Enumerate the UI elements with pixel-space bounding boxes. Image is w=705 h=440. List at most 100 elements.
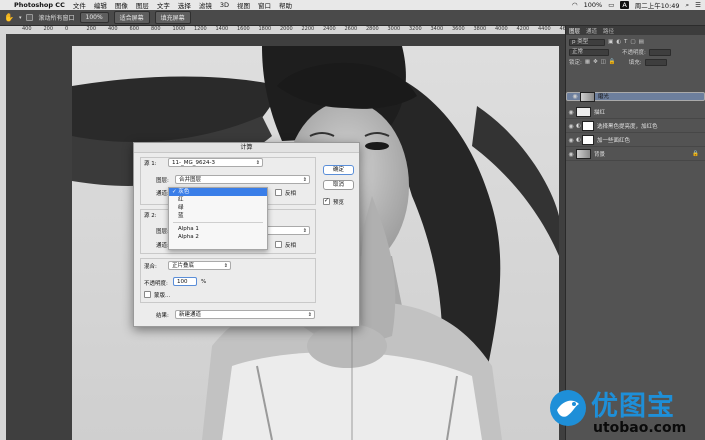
opacity-input[interactable]: 100	[173, 277, 197, 286]
watermark: 优图宝 utobao.com	[545, 378, 705, 440]
filter-pixel-icon[interactable]: ▣	[608, 39, 613, 45]
visibility-eye-icon[interactable]: ◉	[570, 93, 580, 101]
preview-label: 预览	[333, 200, 345, 206]
blend-label: 混合:	[144, 264, 157, 270]
layer-row[interactable]: ◉ 磨光	[566, 91, 705, 102]
dropdown-option-gray[interactable]: ✓ 灰色	[169, 188, 267, 196]
list-icon[interactable]: ☰	[695, 1, 701, 9]
ruler-tick-label: 1600	[237, 26, 250, 32]
fit-screen-button[interactable]: 适合屏幕	[113, 11, 150, 24]
ruler-tick-label: 4400	[538, 26, 551, 32]
hand-tool-icon[interactable]: ✋	[4, 13, 14, 22]
wifi-icon[interactable]: ◠	[572, 1, 578, 9]
menu-type[interactable]: 文字	[157, 0, 170, 10]
scroll-all-label: 滚动所有窗口	[38, 15, 75, 22]
opacity-label: 不透明度:	[622, 50, 646, 56]
ruler-tick-label: 3000	[387, 26, 401, 32]
layer-row[interactable]: ◉ 描红	[566, 106, 705, 119]
ruler-tick-label: 1400	[215, 26, 229, 32]
battery-icon[interactable]: ▭	[608, 1, 614, 9]
layer2-label: 图层:	[156, 229, 169, 235]
filter-type-icon[interactable]: T	[624, 39, 627, 45]
menu-select[interactable]: 选择	[178, 0, 191, 10]
fill-field[interactable]	[644, 58, 667, 66]
ok-button[interactable]: 确定	[323, 165, 354, 175]
chevron-down-icon: ⇕	[255, 160, 260, 166]
menu-filter[interactable]: 滤镜	[199, 0, 212, 10]
channel1-label: 通道:	[156, 191, 169, 197]
menu-3d[interactable]: 3D	[220, 1, 229, 9]
scroll-all-checkbox[interactable]	[26, 14, 34, 21]
menu-view[interactable]: 视图	[237, 0, 250, 10]
dropdown-option-red[interactable]: 红	[169, 196, 267, 204]
dropdown-option-alpha2[interactable]: Alpha 2	[169, 233, 267, 241]
menu-file[interactable]: 文件	[73, 0, 86, 10]
layer1-select[interactable]: 合并图层 ⇕	[175, 175, 310, 184]
input-method-icon[interactable]: A	[620, 1, 629, 9]
cancel-button[interactable]: 取消	[323, 180, 354, 190]
search-icon[interactable]: ⌕	[686, 1, 690, 10]
option-label: 灰色	[178, 189, 190, 195]
watermark-title: 优图宝	[591, 391, 675, 422]
dropdown-option-alpha1[interactable]: Alpha 1	[169, 225, 267, 233]
ruler-tick-label: 0	[65, 26, 69, 32]
ruler-tick-label: 4200	[516, 26, 530, 32]
dropdown-option-green[interactable]: 绿	[169, 204, 267, 212]
menu-window[interactable]: 窗口	[258, 0, 271, 10]
layer-row[interactable]: ◉ ◐ 加一些面红色	[566, 134, 705, 147]
source1-select[interactable]: 11-_MG_9624-3 ⇕	[168, 158, 263, 167]
mask-checkbox[interactable]	[144, 291, 151, 298]
lock-pixels-icon[interactable]: ▦	[585, 59, 590, 65]
ruler-tick-label: 2600	[344, 26, 358, 32]
result-select[interactable]: 新建通道 ⇕	[175, 310, 315, 319]
tab-layers[interactable]: 图层	[569, 27, 580, 35]
menu-help[interactable]: 帮助	[279, 0, 292, 10]
opacity-label: 不透明度:	[144, 281, 168, 287]
lock-move-icon[interactable]: ✥	[593, 59, 598, 65]
ruler-tick-label: 3400	[430, 26, 444, 32]
lock-all-icon[interactable]: 🔒	[609, 59, 616, 65]
invert1-checkbox[interactable]	[275, 189, 282, 196]
opacity-field[interactable]	[648, 48, 671, 56]
clock[interactable]: 周二上午10:49	[635, 0, 680, 10]
menu-image[interactable]: 图像	[115, 0, 128, 10]
visibility-eye-icon[interactable]: ◉	[566, 109, 576, 116]
source1-label: 源 1:	[144, 161, 157, 167]
layer-row[interactable]: ◉ 背景 🔒	[566, 148, 705, 161]
visibility-eye-icon[interactable]: ◉	[566, 151, 576, 158]
ruler-tick-label: 1200	[194, 26, 207, 32]
lock-artboard-icon[interactable]: ◫	[601, 59, 606, 65]
invert2-checkbox[interactable]	[275, 241, 282, 248]
zoom-100-button[interactable]: 100%	[79, 12, 109, 23]
layer1-value: 合并图层	[179, 177, 202, 183]
blend-mode-select[interactable]: 正常	[569, 48, 609, 56]
preview-checkbox[interactable]	[323, 197, 330, 205]
layer-row[interactable]: ◉ ◐ 选择黑色提亮度，加红色	[566, 120, 705, 133]
dropdown-option-blue[interactable]: 蓝	[169, 212, 267, 220]
ruler-tick-label: 3800	[473, 26, 487, 32]
blend-select[interactable]: 正片叠底 ⇕	[168, 261, 231, 270]
mac-menu-bar: Photoshop CC 文件 编辑 图像 图层 文字 选择 滤镜 3D 视图 …	[0, 0, 705, 10]
tab-channels[interactable]: 通道	[586, 27, 597, 35]
layer-mask-thumbnail	[582, 121, 594, 131]
layer-name: 背景	[594, 152, 606, 158]
tool-preset-chevron-icon[interactable]: ▾	[19, 15, 22, 21]
ruler-tick-label: 4000	[495, 26, 508, 32]
filter-shape-icon[interactable]: ▢	[630, 39, 635, 45]
visibility-eye-icon[interactable]: ◉	[566, 123, 576, 130]
ruler-tick-label: 400	[22, 26, 32, 32]
dropdown-divider	[173, 222, 263, 223]
menu-edit[interactable]: 编辑	[94, 0, 107, 10]
layer-kind-filter[interactable]: p 类型	[569, 38, 605, 46]
result-label: 结果:	[156, 313, 169, 319]
filter-smart-icon[interactable]: ▤	[639, 39, 644, 45]
layer-name: 磨光	[598, 93, 610, 100]
app-name[interactable]: Photoshop CC	[14, 1, 65, 9]
layer-name: 加一些面红色	[597, 138, 631, 144]
fill-screen-button[interactable]: 填充屏幕	[154, 11, 191, 24]
tab-paths[interactable]: 路径	[603, 27, 614, 35]
menu-layer[interactable]: 图层	[136, 0, 149, 10]
chevron-down-icon: ⇕	[302, 177, 307, 183]
filter-adjust-icon[interactable]: ◐	[616, 39, 621, 45]
visibility-eye-icon[interactable]: ◉	[566, 137, 576, 144]
